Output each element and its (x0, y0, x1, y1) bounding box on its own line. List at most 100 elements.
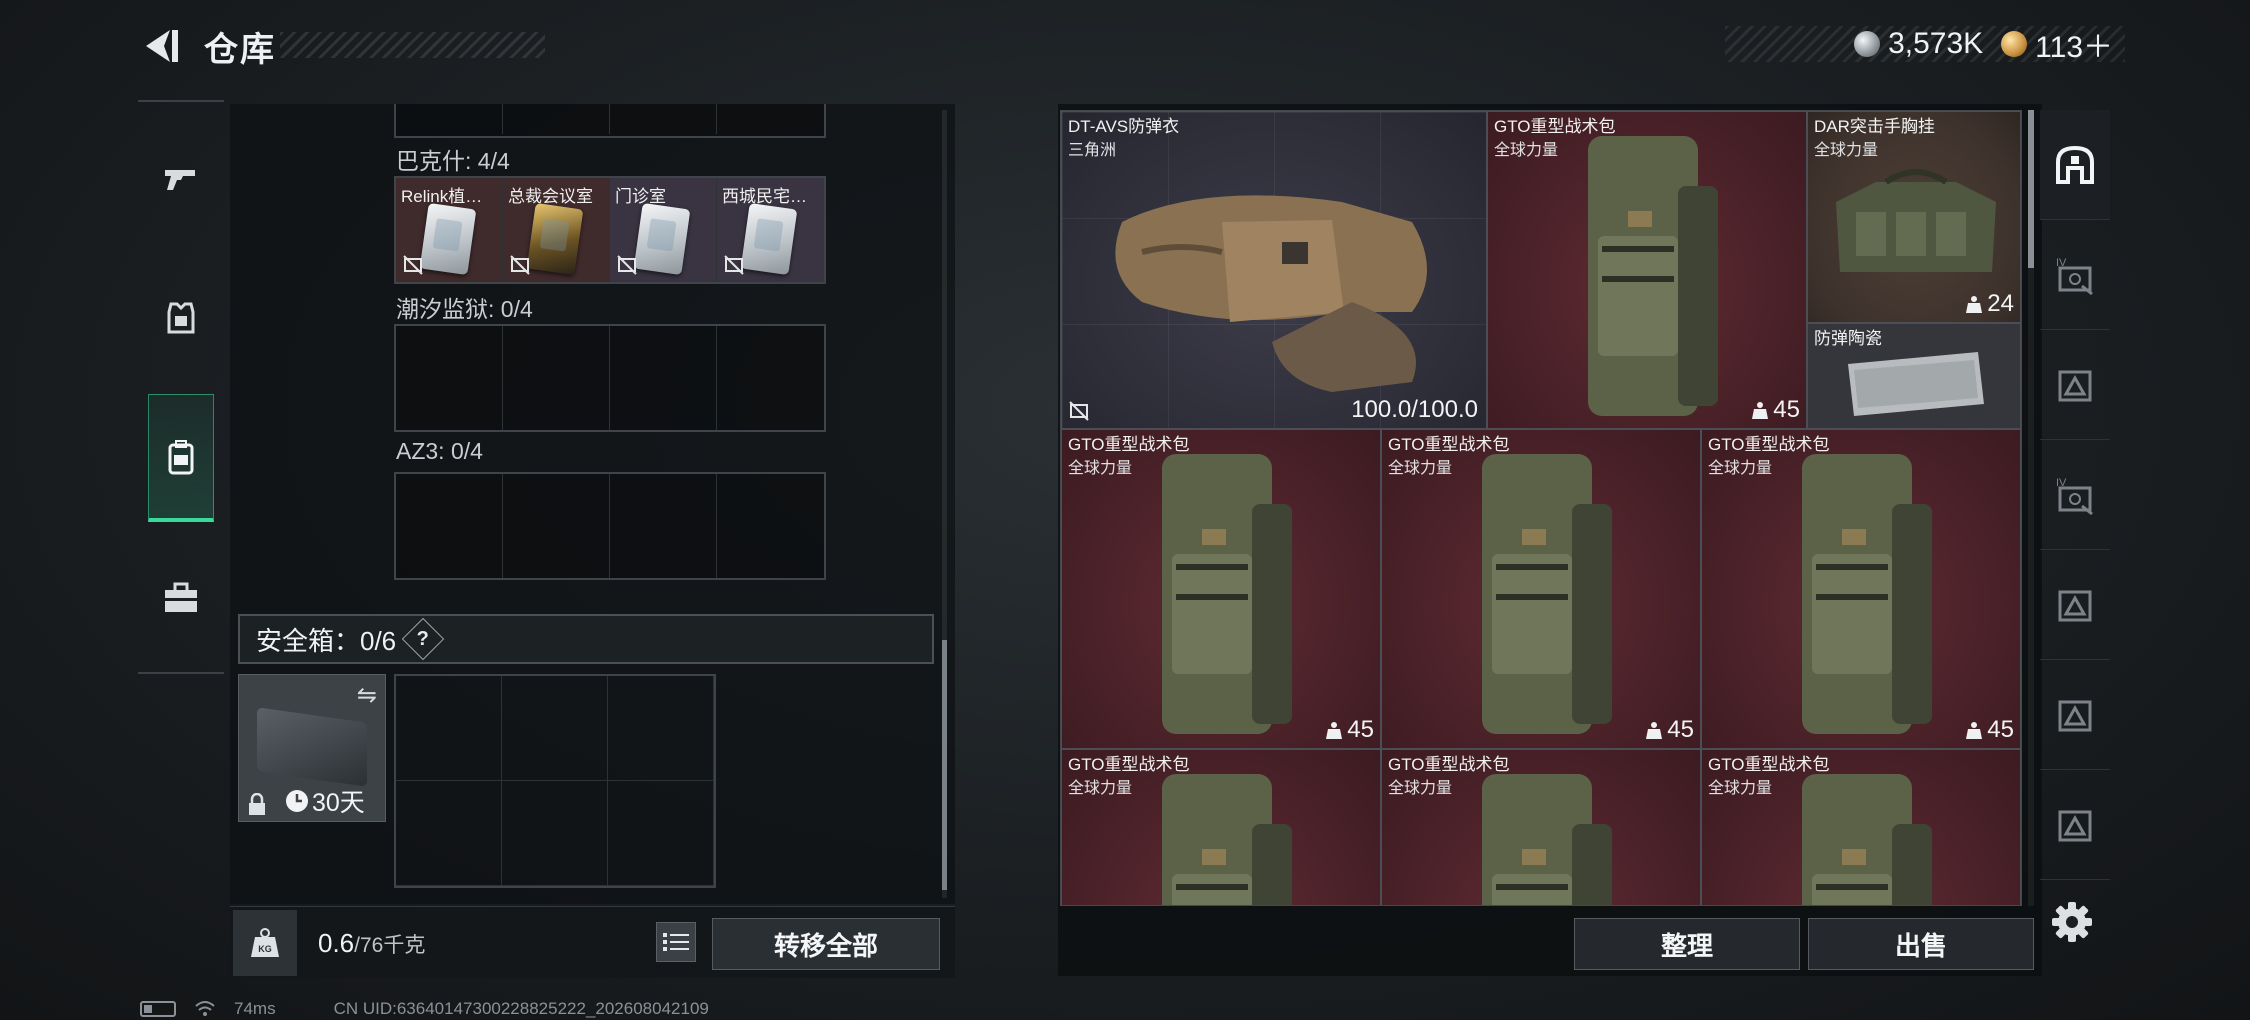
tab-home-stash[interactable] (2040, 110, 2110, 220)
weight-readout: 0.6/76千克 (318, 928, 425, 959)
count-value: 45 (1987, 716, 2014, 743)
stash-scroll-thumb[interactable] (2028, 110, 2034, 268)
stash-tabs: IV IV (2040, 110, 2110, 880)
backpack-image (1162, 454, 1292, 734)
item-faction: 三角洲 (1068, 142, 1117, 159)
help-button[interactable]: ? (401, 617, 445, 661)
tab-stash-6[interactable] (2040, 660, 2110, 770)
count-value: 45 (1347, 716, 1374, 743)
stash-item-body-armor[interactable]: DT-AVS防弹衣 三角洲 100.0/100.0 (1061, 111, 1487, 429)
keycard-slot[interactable]: 西城民宅… (717, 178, 824, 282)
weight-icon (1646, 722, 1663, 739)
weight-icon (1966, 722, 1983, 739)
kg-label: KG (258, 944, 272, 954)
currency-gold[interactable]: 113＋ (2001, 22, 2113, 66)
uid-text: CN UID:63640147300228825222_202608042109 (333, 999, 709, 1018)
safe-box-case[interactable]: ⇋ 30天 (238, 674, 386, 822)
container-tier-icon (2058, 810, 2092, 841)
tab-stash-7[interactable] (2040, 770, 2110, 880)
list-icon (663, 933, 689, 951)
currency-bar: 3,573K 113＋ (1725, 26, 2125, 64)
safe-box-title: 安全箱：0/6 (256, 625, 397, 656)
lock-icon (249, 793, 265, 815)
backpack-icon (168, 439, 194, 474)
item-name: GTO重型战术包 (1708, 755, 1830, 774)
keycard-name: 西城民宅… (722, 187, 807, 206)
container-grid-bakshi: Relink植… 总裁会议室 门诊室 西城民宅… (394, 176, 826, 284)
item-name: GTO重型战术包 (1708, 435, 1830, 454)
weight-current: 0.6 (318, 928, 355, 958)
left-nav (138, 100, 224, 674)
sell-button[interactable]: 出售 (1808, 918, 2034, 970)
nav-backpack[interactable] (148, 394, 214, 522)
nav-armor[interactable] (148, 254, 214, 382)
sort-button[interactable]: 整理 (1574, 918, 1800, 970)
tab-stash-4[interactable]: IV (2040, 440, 2110, 550)
container-label-tide-prison: 潮汐监狱: 0/4 (396, 296, 533, 322)
container-tier-icon (2058, 590, 2092, 621)
backpack-image (1482, 774, 1612, 905)
item-faction: 全球力量 (1068, 460, 1133, 477)
keycard-image (419, 202, 477, 276)
stash-item-backpack[interactable]: GTO重型战术包 全球力量 45 (1061, 429, 1381, 749)
keycard-slot[interactable]: Relink植… (396, 178, 503, 282)
item-name: 防弹陶瓷 (1814, 329, 1882, 348)
transfer-all-button[interactable]: 转移全部 (712, 918, 940, 970)
stash-item-backpack[interactable]: GTO重型战术包 全球力量 45 (1701, 429, 2021, 749)
container-tier-icon (2058, 700, 2092, 731)
battery-icon (140, 1001, 176, 1017)
keycard-image (633, 202, 691, 276)
armor-vest-icon (167, 302, 195, 334)
item-name: GTO重型战术包 (1068, 755, 1190, 774)
keycard-image (526, 202, 584, 276)
nav-weapons[interactable] (148, 114, 214, 242)
keycard-name: Relink植… (401, 187, 483, 206)
no-trade-icon (510, 255, 530, 275)
back-arrow-icon[interactable] (138, 24, 182, 68)
item-count: 45 (1966, 716, 2014, 744)
tab-stash-2[interactable]: IV (2040, 220, 2110, 330)
safe-box-header: 安全箱：0/6 ? (238, 614, 934, 664)
item-faction: 全球力量 (1068, 780, 1133, 797)
pistol-icon (165, 170, 195, 190)
container-grid-tide-prison[interactable] (394, 324, 826, 432)
backpack-image (1482, 454, 1612, 734)
left-scroll-thumb[interactable] (942, 640, 947, 890)
settings-gear-icon[interactable] (2050, 900, 2094, 944)
status-bar: 74ms CN UID:63640147300228825222_2026080… (140, 998, 709, 1020)
backpack-image (1162, 774, 1292, 905)
silver-amount: 3,573K (1888, 27, 1984, 60)
safe-box-grid[interactable] (394, 674, 716, 888)
keycard-slot[interactable]: 总裁会议室 (503, 178, 610, 282)
list-view-button[interactable] (656, 922, 696, 962)
item-name: GTO重型战术包 (1494, 117, 1616, 136)
container-label-az3: AZ3: 0/4 (396, 438, 483, 464)
tab-stash-3[interactable] (2040, 330, 2110, 440)
item-count: 45 (1752, 396, 1800, 424)
stash-item-backpack[interactable]: GTO重型战术包 全球力量 (1701, 749, 2021, 905)
silver-coin-icon (1854, 31, 1881, 57)
item-durability: 100.0/100.0 (1351, 396, 1478, 423)
item-faction: 全球力量 (1814, 142, 1879, 159)
stash-item-backpack[interactable]: GTO重型战术包 全球力量 (1061, 749, 1381, 905)
ping-text: 74ms (234, 999, 276, 1018)
item-name: GTO重型战术包 (1068, 435, 1190, 454)
stash-item-ceramic-plate[interactable]: 防弹陶瓷 (1807, 323, 2021, 429)
count-value: 45 (1667, 716, 1694, 743)
stash-item-chest-rig[interactable]: DAR突击手胸挂 全球力量 24 (1807, 111, 2021, 323)
stash-item-backpack[interactable]: GTO重型战术包 全球力量 (1381, 749, 1701, 905)
item-name: GTO重型战术包 (1388, 755, 1510, 774)
toolbox-icon (165, 582, 197, 612)
tab-stash-5[interactable] (2040, 550, 2110, 660)
nav-toolbox[interactable] (148, 534, 214, 662)
swap-arrows-icon[interactable]: ⇋ (357, 681, 377, 710)
weight-kg-icon: KG (233, 910, 297, 976)
item-faction: 全球力量 (1388, 780, 1453, 797)
keycard-slot[interactable]: 门诊室 (610, 178, 717, 282)
container-grid-az3[interactable] (394, 472, 826, 580)
stash-item-backpack[interactable]: GTO重型战术包 全球力量 45 (1381, 429, 1701, 749)
currency-silver[interactable]: 3,573K (1854, 27, 1983, 61)
keycard-image (740, 202, 798, 276)
container-grid-clipped (394, 104, 826, 138)
stash-item-backpack[interactable]: GTO重型战术包 全球力量 45 (1487, 111, 1807, 429)
